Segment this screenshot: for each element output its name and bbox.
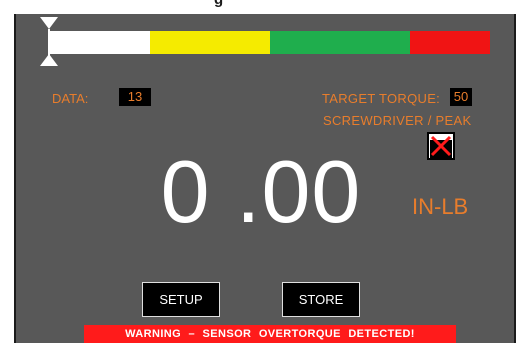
marker-up-arrow-icon xyxy=(40,54,58,66)
torque-reading: 0 .00 xyxy=(160,142,362,241)
window-title: g xyxy=(214,0,223,8)
target-torque-value: 50 xyxy=(450,88,472,106)
setup-button[interactable]: SETUP xyxy=(142,282,220,317)
store-button[interactable]: STORE xyxy=(282,282,360,317)
torque-bar-segment-yellow xyxy=(149,31,270,54)
overtorque-warning-banner: WARNING – SENSOR OVERTORQUE DETECTED! xyxy=(84,325,456,343)
data-value: 13 xyxy=(119,88,151,106)
torque-bar-segment-green xyxy=(269,31,410,54)
marker-down-arrow-icon xyxy=(40,17,58,29)
torque-units: IN-LB xyxy=(412,194,469,219)
sensor-error-icon[interactable] xyxy=(427,132,455,160)
torque-bar-segment-red xyxy=(409,31,490,54)
torque-monitor-panel: DATA: 13 TARGET TORQUE: 50 SCREWDRIVER /… xyxy=(14,14,516,343)
window-title-strip: g xyxy=(14,0,516,14)
target-torque-label: TARGET TORQUE: xyxy=(322,91,441,106)
data-label: DATA: xyxy=(52,91,89,106)
mode-label: SCREWDRIVER / PEAK xyxy=(323,113,472,128)
torque-range-bar xyxy=(50,31,490,54)
torque-bar-segment-white xyxy=(50,31,150,54)
